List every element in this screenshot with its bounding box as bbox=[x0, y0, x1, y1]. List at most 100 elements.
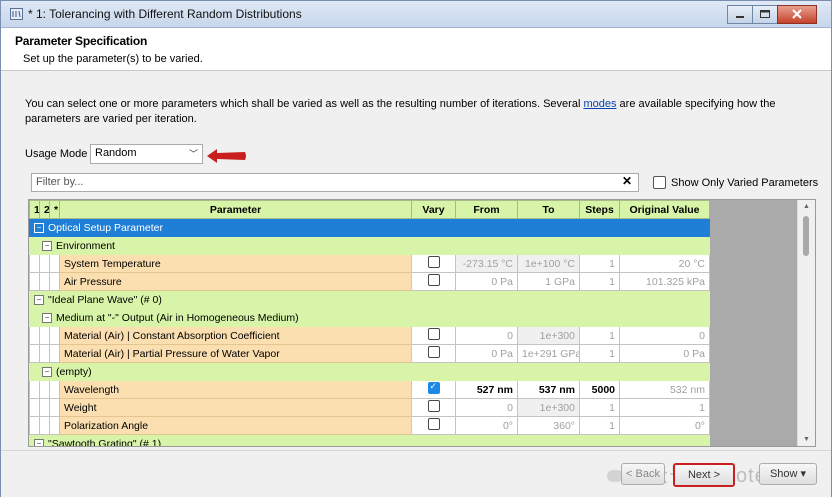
table-row[interactable]: Polarization Angle 0° 360° 1 0° bbox=[29, 416, 710, 435]
app-icon bbox=[10, 8, 23, 20]
param-name: Material (Air) | Partial Pressure of Wat… bbox=[59, 344, 412, 363]
steps-value[interactable]: 1 bbox=[579, 272, 620, 291]
original-value: 0° bbox=[619, 416, 710, 435]
steps-value[interactable]: 1 bbox=[579, 416, 620, 435]
show-only-varied-toggle[interactable]: Show Only Varied Parameters bbox=[653, 176, 818, 189]
description-text: You can select one or more parameters wh… bbox=[25, 97, 810, 127]
from-value[interactable]: 527 nm bbox=[455, 380, 518, 399]
vary-checkbox-checked[interactable] bbox=[427, 382, 440, 394]
close-button[interactable] bbox=[777, 5, 817, 24]
filter-placeholder: Filter by... bbox=[36, 176, 84, 188]
collapse-icon[interactable]: − bbox=[34, 222, 44, 233]
vary-checkbox[interactable] bbox=[427, 346, 440, 358]
vary-checkbox[interactable] bbox=[427, 400, 440, 412]
title-bar: * 1: Tolerancing with Different Random D… bbox=[1, 1, 831, 28]
table-row[interactable]: Weight 0 1e+300 1 1 bbox=[29, 398, 710, 417]
filter-input[interactable]: Filter by... ✕ bbox=[31, 173, 639, 192]
steps-value[interactable]: 5000 bbox=[579, 380, 620, 399]
chevron-down-icon: ﹀ bbox=[188, 149, 198, 159]
collapse-icon[interactable]: − bbox=[42, 312, 52, 323]
group-row-optical-setup[interactable]: − Optical Setup Parameter bbox=[29, 218, 710, 237]
column-original[interactable]: Original Value bbox=[619, 200, 710, 219]
collapse-icon[interactable]: − bbox=[34, 294, 44, 305]
to-value[interactable]: 1e+300 bbox=[517, 326, 580, 345]
group-row-ideal-plane-wave[interactable]: − "Ideal Plane Wave" (# 0) bbox=[29, 290, 710, 309]
column-vary[interactable]: Vary bbox=[411, 200, 456, 219]
show-only-label: Show Only Varied Parameters bbox=[671, 176, 819, 189]
group-label: "Sawtooth Grating" (# 1) bbox=[48, 437, 162, 447]
group-label: (empty) bbox=[56, 365, 92, 378]
group-label: Environment bbox=[56, 239, 115, 252]
table-row[interactable]: Material (Air) | Constant Absorption Coe… bbox=[29, 326, 710, 345]
clear-filter-icon[interactable]: ✕ bbox=[622, 174, 632, 188]
table-row[interactable]: Wavelength 527 nm 537 nm 5000 532 nm bbox=[29, 380, 710, 399]
from-value[interactable]: 0 bbox=[455, 326, 518, 345]
minimize-button[interactable] bbox=[727, 5, 753, 24]
steps-value[interactable]: 1 bbox=[579, 398, 620, 417]
show-button[interactable]: Show ▾ bbox=[759, 463, 817, 485]
to-value[interactable]: 1e+100 °C bbox=[517, 254, 580, 273]
vary-checkbox[interactable] bbox=[427, 418, 440, 430]
usage-mode-label: Usage Mode bbox=[25, 148, 88, 160]
dialog-window: * 1: Tolerancing with Different Random D… bbox=[0, 0, 832, 497]
to-value[interactable]: 1e+300 bbox=[517, 398, 580, 417]
scrollbar-thumb[interactable] bbox=[803, 216, 809, 256]
page-title: Parameter Specification bbox=[15, 34, 148, 48]
to-value[interactable]: 1 GPa bbox=[517, 272, 580, 291]
maximize-button[interactable] bbox=[752, 5, 778, 24]
from-value[interactable]: 0 Pa bbox=[455, 344, 518, 363]
grid-header-row: 1 2 * Parameter Vary From To Steps Origi… bbox=[29, 200, 710, 219]
usage-mode-value: Random bbox=[95, 147, 137, 159]
to-value[interactable]: 1e+291 GPa bbox=[517, 344, 580, 363]
group-row-sawtooth[interactable]: − "Sawtooth Grating" (# 1) bbox=[29, 434, 710, 447]
group-label: Optical Setup Parameter bbox=[48, 221, 163, 234]
scroll-up-icon[interactable]: ▲ bbox=[803, 203, 810, 210]
steps-value[interactable]: 1 bbox=[579, 344, 620, 363]
from-value[interactable]: -273.15 °C bbox=[455, 254, 518, 273]
level-2-button[interactable]: 2 bbox=[39, 200, 50, 219]
usage-mode-select[interactable]: Random ﹀ bbox=[90, 144, 203, 164]
param-name: Wavelength bbox=[59, 380, 412, 399]
vary-checkbox[interactable] bbox=[427, 256, 440, 268]
to-value[interactable]: 360° bbox=[517, 416, 580, 435]
column-from[interactable]: From bbox=[455, 200, 518, 219]
table-row[interactable]: System Temperature -273.15 °C 1e+100 °C … bbox=[29, 254, 710, 273]
param-name: Weight bbox=[59, 398, 412, 417]
from-value[interactable]: 0 bbox=[455, 398, 518, 417]
group-row-environment[interactable]: − Environment bbox=[29, 236, 710, 255]
level-all-button[interactable]: * bbox=[49, 200, 60, 219]
table-row[interactable]: Material (Air) | Partial Pressure of Wat… bbox=[29, 344, 710, 363]
steps-value[interactable]: 1 bbox=[579, 254, 620, 273]
steps-value[interactable]: 1 bbox=[579, 326, 620, 345]
show-only-checkbox[interactable] bbox=[653, 176, 666, 189]
original-value: 0 Pa bbox=[619, 344, 710, 363]
original-value: 1 bbox=[619, 398, 710, 417]
parameter-grid: 1 2 * Parameter Vary From To Steps Origi… bbox=[28, 199, 816, 447]
modes-link[interactable]: modes bbox=[583, 98, 616, 110]
collapse-icon[interactable]: − bbox=[42, 240, 52, 251]
collapse-icon[interactable]: − bbox=[42, 366, 52, 377]
next-button[interactable]: Next > bbox=[673, 463, 735, 487]
back-button[interactable]: < Back bbox=[621, 463, 665, 485]
group-label: "Ideal Plane Wave" (# 0) bbox=[48, 293, 162, 306]
vary-checkbox[interactable] bbox=[427, 274, 440, 286]
vertical-scrollbar[interactable]: ▲ ▼ bbox=[797, 200, 815, 446]
column-parameter[interactable]: Parameter bbox=[59, 200, 412, 219]
collapse-icon[interactable]: − bbox=[34, 438, 44, 446]
from-value[interactable]: 0 Pa bbox=[455, 272, 518, 291]
column-to[interactable]: To bbox=[517, 200, 580, 219]
group-row-medium[interactable]: − Medium at "-" Output (Air in Homogeneou… bbox=[29, 308, 710, 327]
column-steps[interactable]: Steps bbox=[579, 200, 620, 219]
level-1-button[interactable]: 1 bbox=[29, 200, 40, 219]
from-value[interactable]: 0° bbox=[455, 416, 518, 435]
original-value: 0 bbox=[619, 326, 710, 345]
vary-checkbox[interactable] bbox=[427, 328, 440, 340]
table-row[interactable]: Air Pressure 0 Pa 1 GPa 1 101.325 kPa bbox=[29, 272, 710, 291]
group-row-empty[interactable]: − (empty) bbox=[29, 362, 710, 381]
header-divider bbox=[1, 70, 831, 71]
param-name: Material (Air) | Constant Absorption Coe… bbox=[59, 326, 412, 345]
to-value[interactable]: 537 nm bbox=[517, 380, 580, 399]
description-before: You can select one or more parameters wh… bbox=[25, 98, 584, 110]
window-title: * 1: Tolerancing with Different Random D… bbox=[28, 7, 302, 21]
scroll-down-icon[interactable]: ▼ bbox=[803, 436, 810, 443]
